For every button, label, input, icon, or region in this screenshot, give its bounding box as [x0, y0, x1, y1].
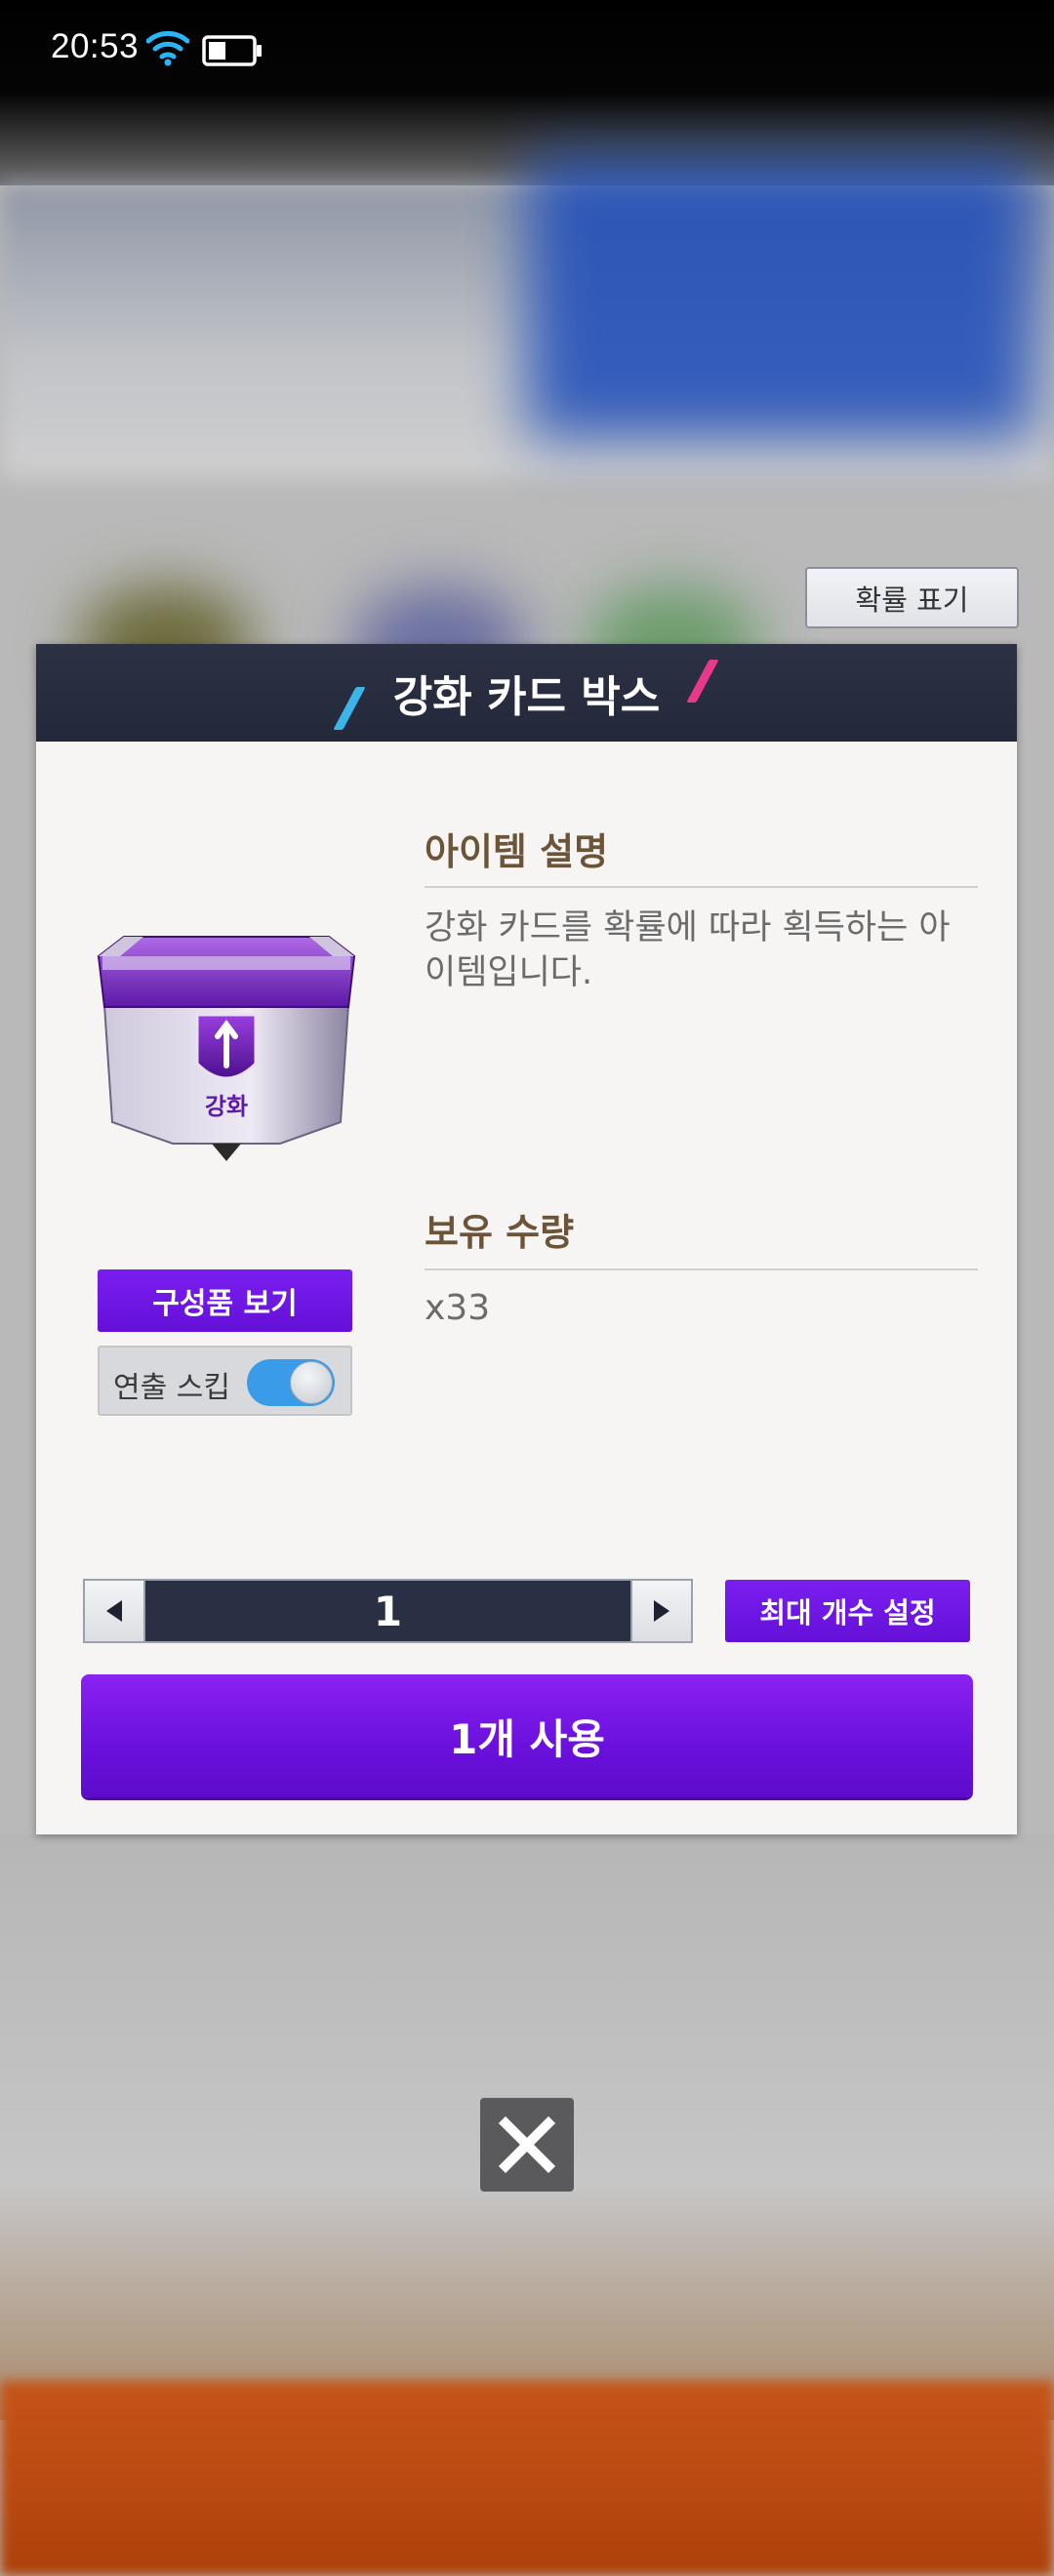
quantity-value: x33 — [425, 1288, 491, 1328]
status-time: 20:53 — [51, 27, 140, 65]
description-heading: 아이템 설명 — [425, 830, 609, 873]
stepper-value[interactable]: 1 — [145, 1581, 630, 1641]
close-icon — [498, 2115, 556, 2174]
probability-display-button[interactable]: 확률 표기 — [805, 567, 1019, 628]
quantity-heading: 보유 수량 — [425, 1211, 575, 1254]
wifi-icon — [146, 30, 189, 66]
description-divider — [425, 886, 978, 888]
close-button[interactable] — [480, 2098, 574, 2192]
skip-animation-label: 연출 스킵 — [113, 1371, 230, 1405]
modal-title: 강화 카드 박스 — [392, 672, 661, 722]
skip-animation-toggle[interactable] — [247, 1359, 335, 1406]
decrement-button[interactable] — [85, 1581, 145, 1641]
skip-animation-control: 연출 스킵 — [98, 1346, 352, 1416]
set-max-count-button[interactable]: 최대 개수 설정 — [725, 1580, 970, 1642]
item-use-modal: 강화 카드 박스 강화 아이템 설명 강화 카드를 확률에 따라 획득하는 아이… — [36, 644, 1017, 1834]
use-item-button[interactable]: 1개 사용 — [81, 1674, 973, 1797]
increment-button[interactable] — [630, 1581, 691, 1641]
quantity-stepper: 1 — [83, 1579, 693, 1643]
status-bar: 20:53 — [0, 0, 1054, 98]
quantity-divider — [425, 1268, 978, 1270]
toggle-knob — [290, 1361, 333, 1404]
increment-arrow-icon — [654, 1600, 669, 1622]
description-text: 강화 카드를 확률에 따라 획득하는 아이템입니다. — [425, 908, 951, 992]
card-box-image: 강화 — [97, 936, 356, 1161]
battery-icon — [202, 35, 262, 66]
modal-header: 강화 카드 박스 — [36, 644, 1017, 742]
decrement-arrow-icon — [106, 1600, 122, 1622]
view-components-button[interactable]: 구성품 보기 — [98, 1269, 352, 1332]
card-box-image-label: 강화 — [205, 1093, 248, 1120]
